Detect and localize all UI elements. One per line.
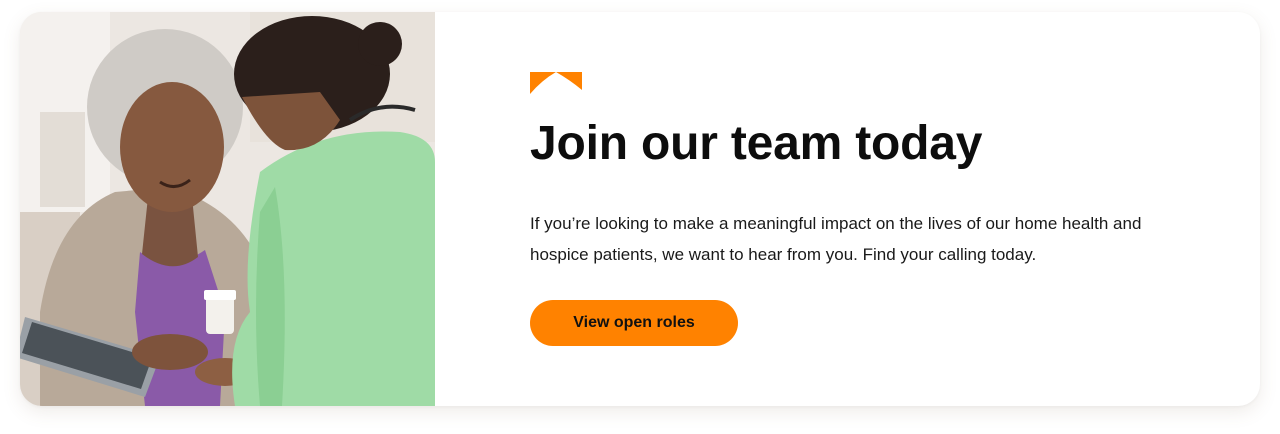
promo-content: Join our team today If you’re looking to… [435,12,1260,406]
chevron-banner-icon [530,72,582,94]
accent-shape [530,72,582,94]
page-title: Join our team today [530,117,983,170]
view-open-roles-button[interactable]: View open roles [530,300,738,346]
promo-description: If you’re looking to make a meaningful i… [530,214,1142,264]
caregiver-photo [20,12,435,406]
join-team-card: Join our team today If you’re looking to… [20,12,1260,406]
